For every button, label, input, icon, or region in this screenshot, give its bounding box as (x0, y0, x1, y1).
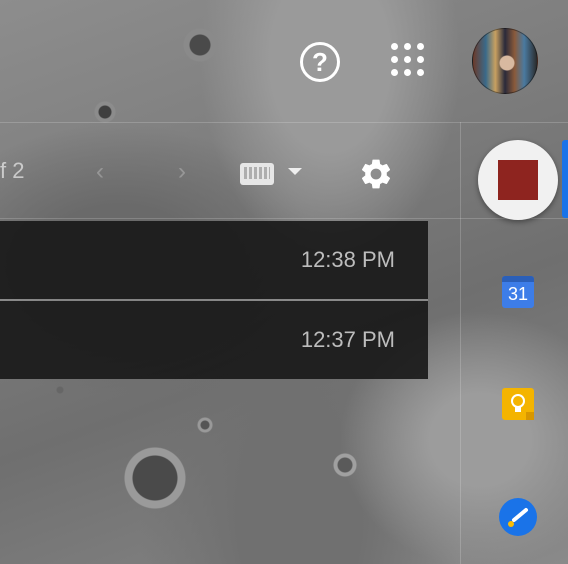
gear-icon[interactable] (358, 156, 394, 192)
message-time: 12:38 PM (300, 247, 395, 272)
header-divider (0, 122, 568, 123)
side-panel-accent (562, 140, 568, 218)
pagination-text: f 2 (0, 158, 25, 183)
side-panel-divider (460, 122, 461, 564)
calendar-icon[interactable]: 31 (502, 276, 534, 308)
apps-grid-icon[interactable] (391, 43, 425, 77)
tasks-glyph (508, 508, 528, 527)
tasks-check-icon[interactable] (499, 498, 537, 536)
lightbulb-icon[interactable] (502, 388, 534, 420)
toolbar-divider (0, 218, 568, 219)
record-stop-button[interactable] (478, 140, 558, 220)
chevron-down-icon[interactable] (288, 168, 302, 175)
keep-bulb-glyph (511, 394, 525, 412)
stop-record-icon (498, 160, 538, 200)
avatar[interactable] (472, 28, 538, 94)
older-chevron-icon[interactable]: ‹ (96, 158, 104, 186)
keyboard-icon[interactable] (240, 163, 274, 185)
newer-chevron-icon[interactable]: › (178, 158, 186, 186)
message-time: 12:37 PM (300, 327, 395, 352)
list-item[interactable]: 12:38 PM (0, 221, 428, 299)
calendar-date: 31 (507, 284, 529, 304)
list-item[interactable]: 12:37 PM (0, 301, 428, 379)
help-circle-icon[interactable]: ? (300, 42, 340, 82)
